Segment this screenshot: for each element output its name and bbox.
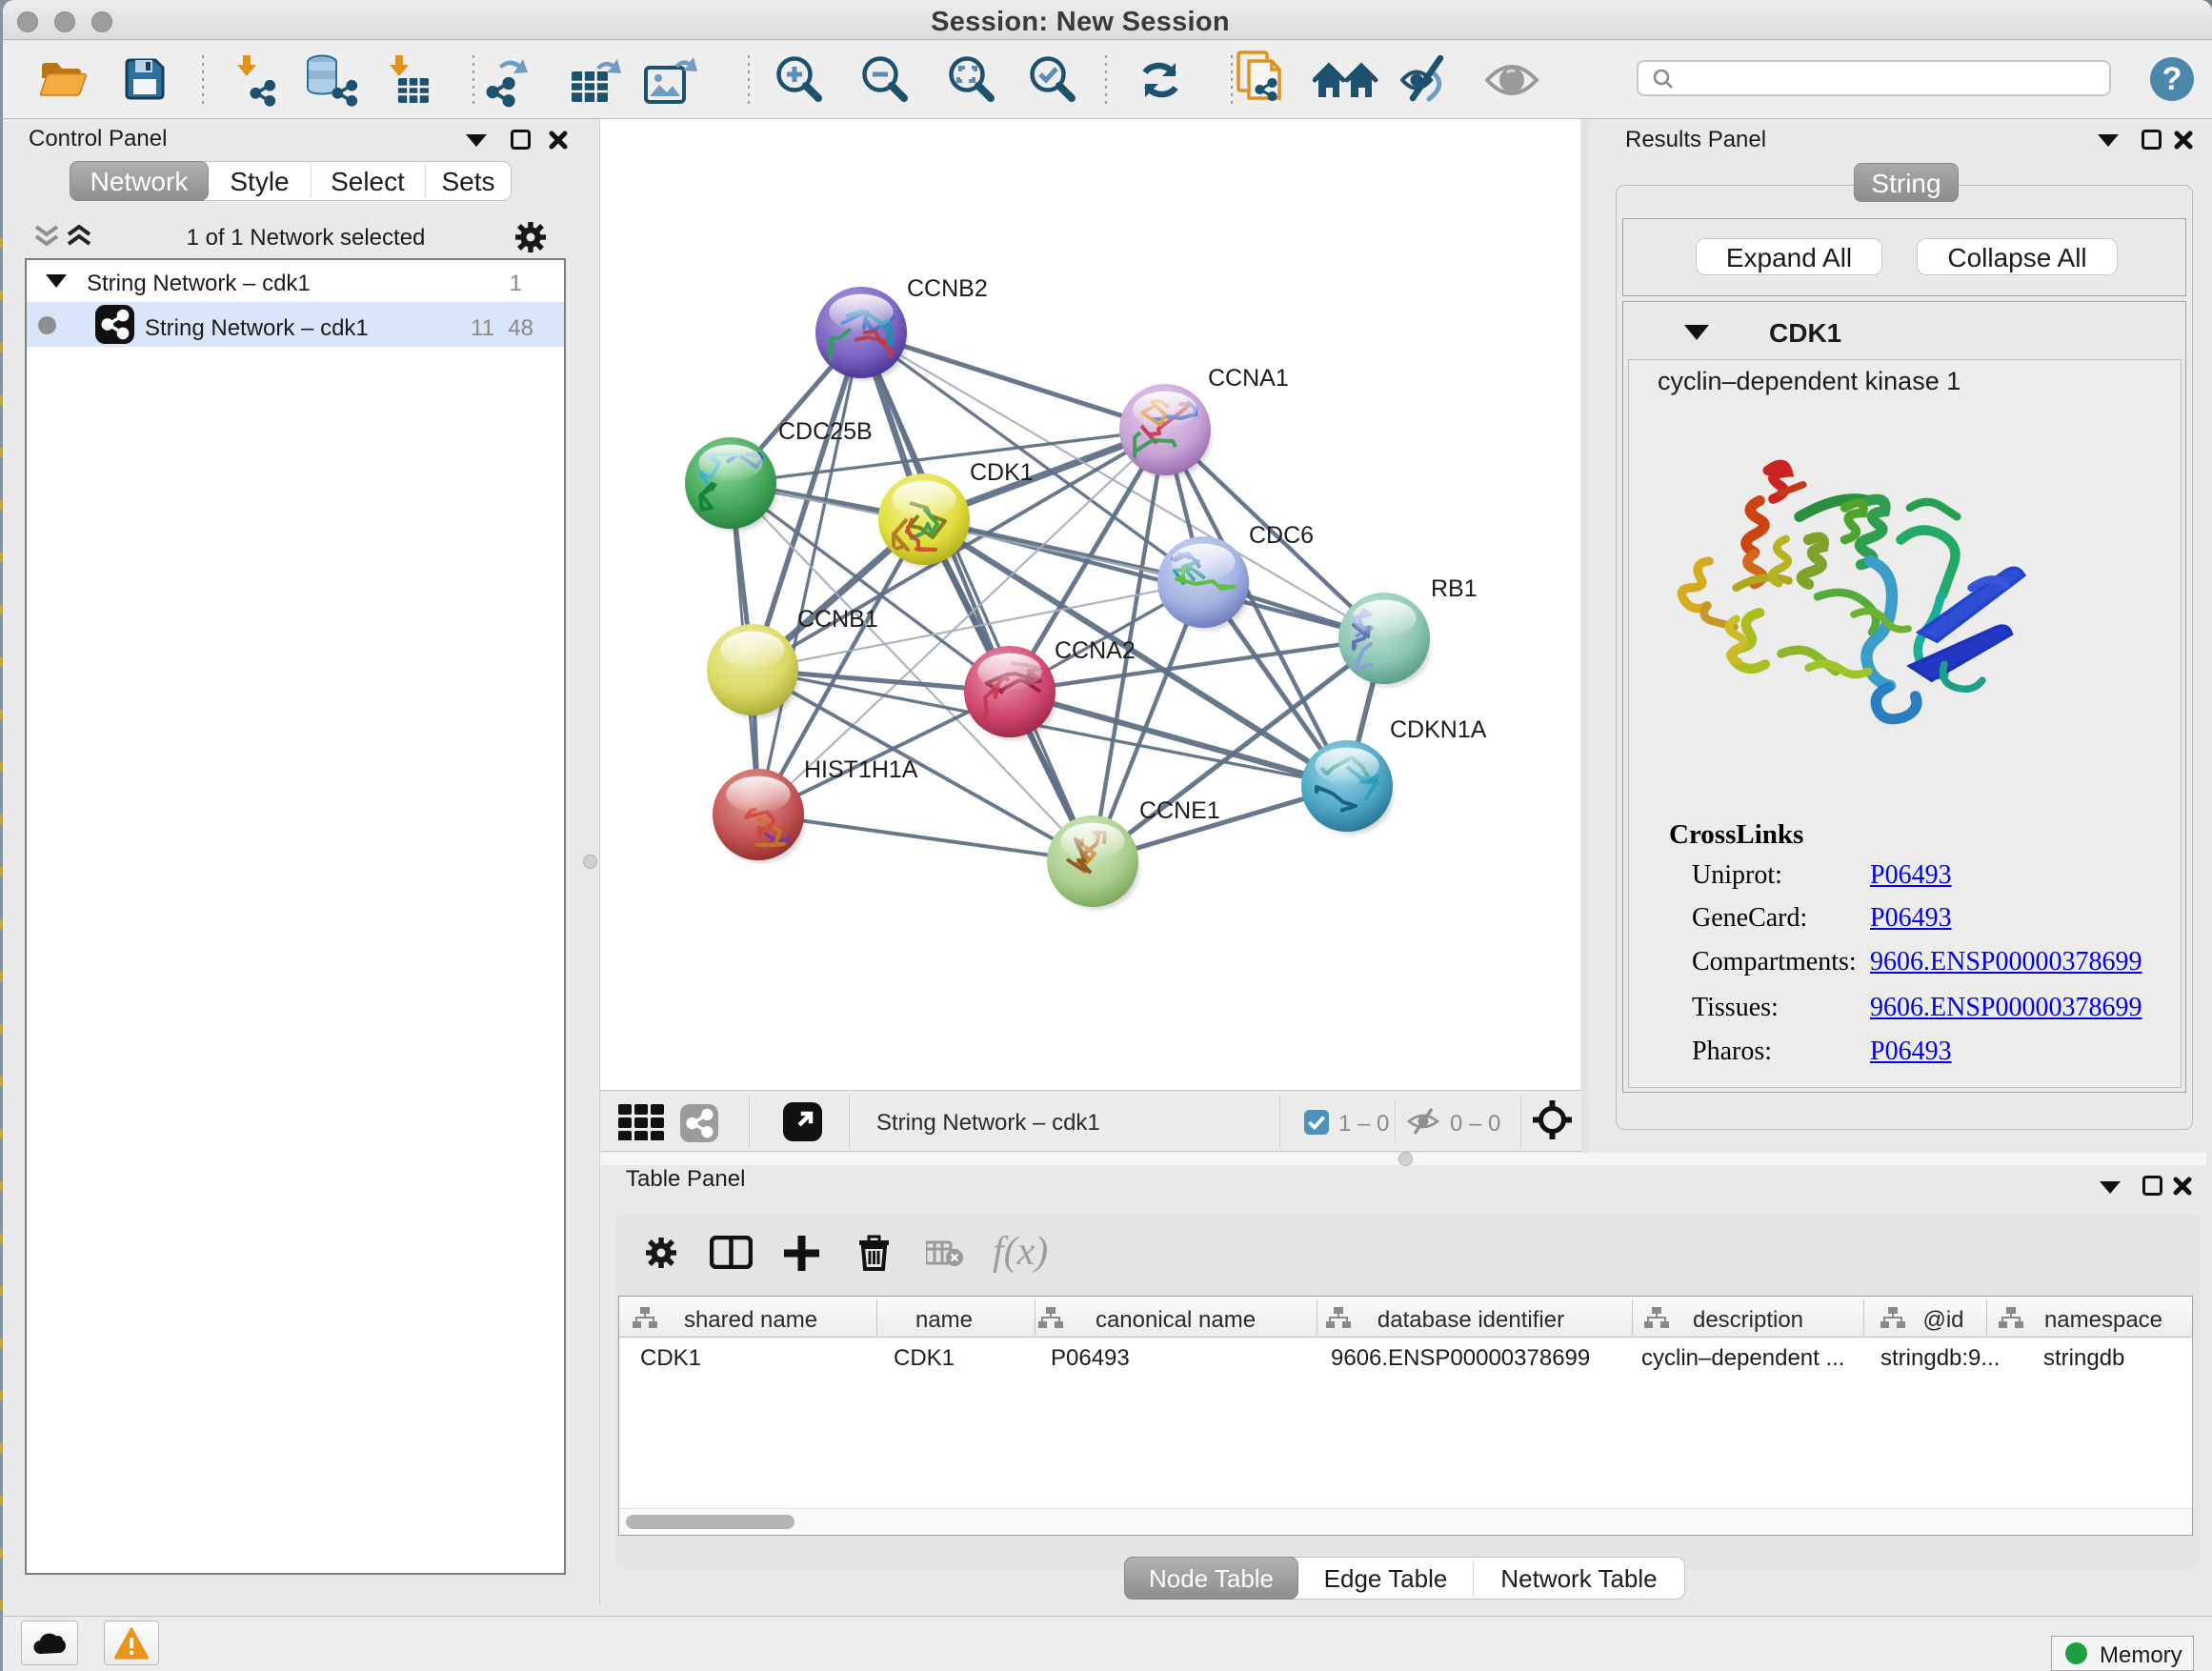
svg-text:CCNE1: CCNE1	[1139, 797, 1220, 824]
svg-text:RB1: RB1	[1431, 575, 1478, 602]
svg-text:CCNB1: CCNB1	[797, 606, 878, 633]
svg-text:CDC6: CDC6	[1249, 522, 1314, 549]
svg-text:CCNA2: CCNA2	[1055, 637, 1136, 664]
svg-text:HIST1H1A: HIST1H1A	[804, 756, 918, 783]
svg-text:CDK1: CDK1	[970, 459, 1034, 486]
svg-text:CCNB2: CCNB2	[907, 275, 988, 302]
svg-text:CDKN1A: CDKN1A	[1390, 716, 1487, 743]
svg-text:CCNA1: CCNA1	[1208, 365, 1289, 392]
svg-text:CDC25B: CDC25B	[778, 418, 873, 445]
